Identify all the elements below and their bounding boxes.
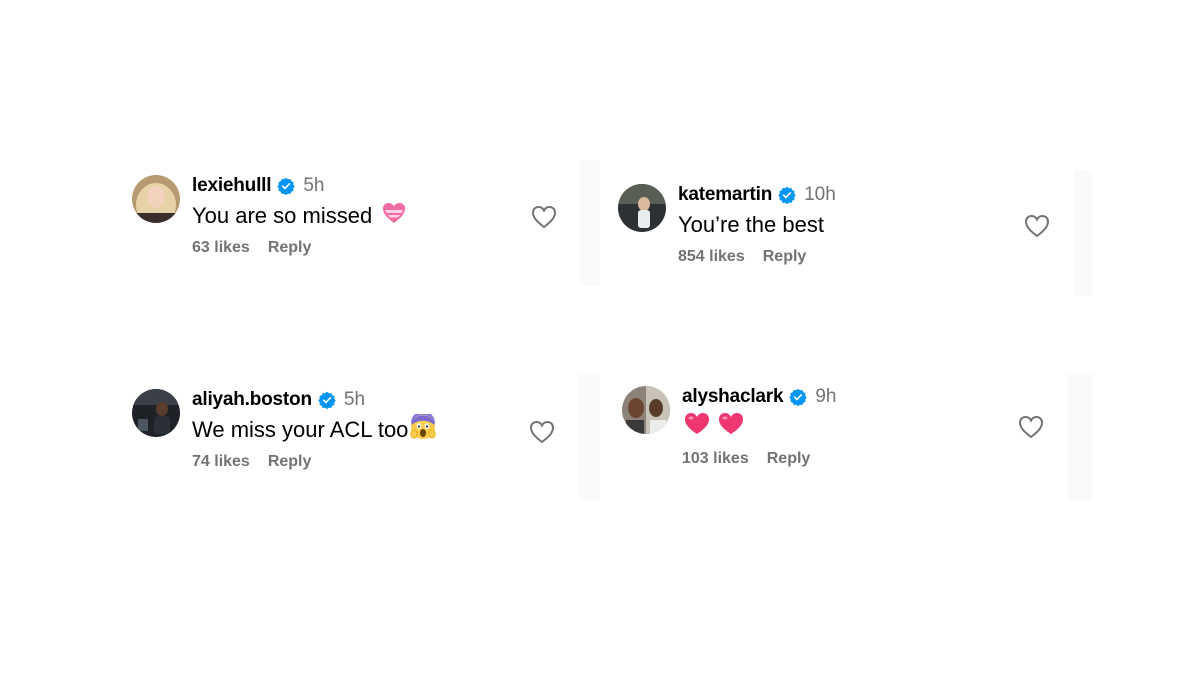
- verified-badge-icon: [277, 177, 296, 196]
- comment-panel-top: [580, 160, 600, 286]
- screaming-face-emoji-icon: [410, 411, 437, 446]
- verified-badge-icon: [789, 388, 808, 407]
- timestamp: 9h: [815, 386, 837, 407]
- comment-text: You’re the best: [678, 212, 824, 237]
- reply-button[interactable]: Reply: [767, 450, 811, 468]
- verified-badge-icon: [318, 391, 336, 410]
- like-heart-icon[interactable]: [1023, 212, 1051, 240]
- comment-panel-bottom-right: [1068, 374, 1092, 500]
- avatar[interactable]: [132, 389, 180, 437]
- comment-panel-top-right: [1074, 170, 1092, 296]
- red-heart-emoji-icon: [718, 412, 744, 442]
- username[interactable]: katemartin: [678, 184, 772, 206]
- comment-item: katemartin 10h You’re the best 854 likes…: [618, 182, 836, 266]
- timestamp: 5h: [343, 389, 366, 410]
- verified-badge-icon: [778, 186, 796, 205]
- avatar[interactable]: [622, 386, 670, 434]
- like-heart-icon[interactable]: [1017, 413, 1045, 441]
- like-heart-icon[interactable]: [528, 418, 556, 446]
- comment-text: We miss your ACL too: [192, 417, 409, 442]
- reply-button[interactable]: Reply: [763, 248, 807, 266]
- like-heart-icon[interactable]: [530, 203, 558, 231]
- comment-text: You are so missed: [192, 203, 373, 228]
- comment-panel-bottom: [578, 374, 600, 500]
- likes-count[interactable]: 63 likes: [192, 239, 250, 257]
- username[interactable]: lexiehulll: [192, 175, 272, 197]
- likes-count[interactable]: 854 likes: [678, 248, 745, 266]
- timestamp: 5h: [303, 175, 325, 196]
- timestamp: 10h: [804, 184, 836, 205]
- avatar[interactable]: [618, 184, 666, 232]
- comment-item: lexiehulll 5h You are so missed 63 likes…: [132, 173, 406, 257]
- pink-heart-emoji-icon: [382, 202, 406, 230]
- red-heart-emoji-icon: [684, 412, 710, 442]
- avatar[interactable]: [132, 175, 180, 223]
- likes-count[interactable]: 103 likes: [682, 450, 749, 468]
- comment-item: alyshaclark 9h 103 likes Reply: [622, 384, 836, 468]
- reply-button[interactable]: Reply: [268, 239, 312, 257]
- comment-item: aliyah.boston 5h We miss your ACL too 74…: [132, 387, 437, 471]
- username[interactable]: alyshaclark: [682, 386, 784, 408]
- reply-button[interactable]: Reply: [268, 453, 312, 471]
- likes-count[interactable]: 74 likes: [192, 453, 250, 471]
- username[interactable]: aliyah.boston: [192, 389, 312, 411]
